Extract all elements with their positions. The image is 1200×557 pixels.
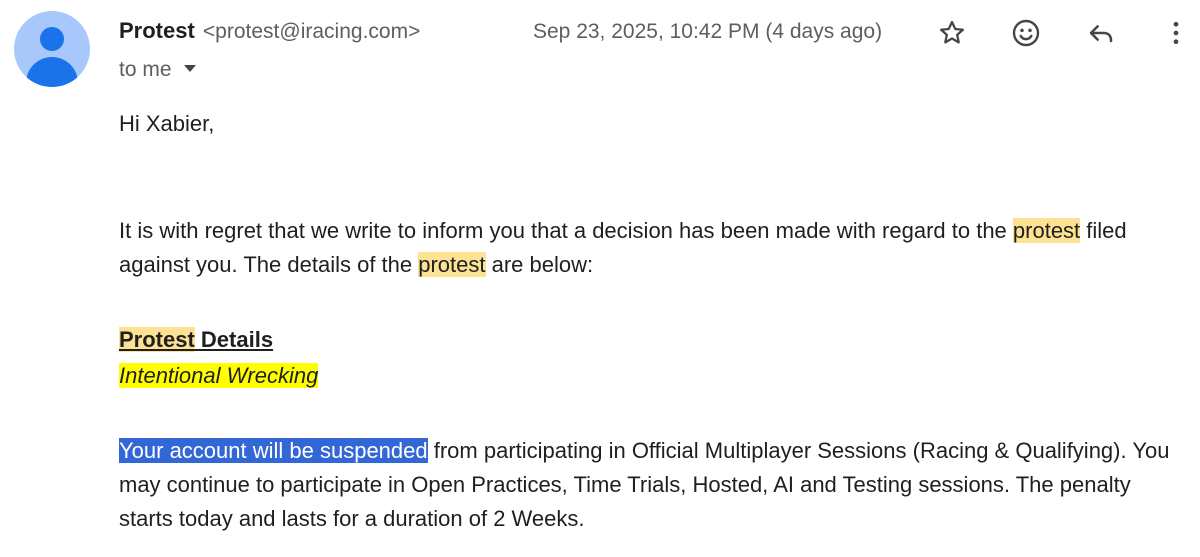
search-highlight: protest [1012, 218, 1081, 243]
star-button[interactable] [934, 15, 970, 51]
avatar-body-shape [26, 57, 78, 87]
add-reaction-button[interactable] [1008, 15, 1044, 51]
paragraph-penalty: Your account will be suspended from part… [119, 434, 1189, 536]
protest-details-heading: Protest Details [119, 323, 1189, 357]
paragraph-decision: It is with regret that we write to infor… [119, 214, 1189, 282]
greeting: Hi Xabier, [119, 111, 215, 136]
heading-text: Details [194, 327, 274, 352]
reply-button[interactable] [1083, 15, 1119, 51]
more-vert-icon [1161, 18, 1191, 48]
search-highlight: protest [418, 252, 486, 277]
sender-name[interactable]: Protest [119, 18, 195, 43]
emoji-icon [1010, 17, 1042, 49]
reply-icon [1085, 17, 1117, 49]
caret-down-icon [183, 64, 196, 72]
sender-avatar[interactable] [14, 11, 90, 87]
reason-text: Intentional Wrecking [119, 363, 319, 388]
paragraph-text: are below: [485, 252, 594, 277]
email-timestamp: Sep 23, 2025, 10:42 PM (4 days ago) [533, 20, 883, 43]
star-icon [937, 18, 967, 48]
search-highlight: Protest [119, 327, 195, 352]
more-options-button[interactable] [1158, 15, 1194, 51]
selected-text[interactable]: Your account will be suspended [119, 438, 428, 463]
recipient-label: to me [119, 58, 172, 81]
recipient-toggle[interactable]: to me [119, 58, 196, 82]
email-view: Protest <protest@iracing.com> to me Sep … [0, 0, 1200, 557]
paragraph-text: It is with regret that we write to infor… [119, 218, 1013, 243]
avatar-head-shape [40, 27, 64, 51]
sender-line: Protest <protest@iracing.com> [119, 18, 420, 44]
sender-email: <protest@iracing.com> [202, 20, 421, 43]
protest-reason: Intentional Wrecking [119, 359, 1189, 393]
